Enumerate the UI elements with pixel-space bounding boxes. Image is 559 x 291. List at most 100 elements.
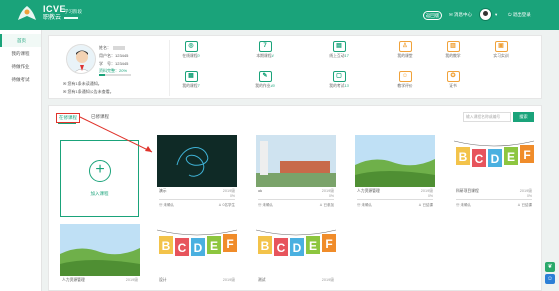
svg-text:C: C [277, 241, 286, 255]
course-card[interactable]: 演示 2019级 0% ☏ 未确认 ♙ 0名学生 [157, 135, 237, 215]
user-avatar[interactable] [479, 8, 492, 21]
svg-text:F: F [523, 148, 530, 162]
briefcase-icon: ▣ [494, 41, 508, 52]
chart-icon: ▤ [332, 41, 346, 52]
leaf-float-icon[interactable]: ❦ [545, 262, 555, 272]
course-progress: 0% [427, 194, 433, 198]
logo-icon [18, 6, 36, 20]
profile-name: 姓名： [99, 45, 125, 51]
feature-label: 在线课程 [182, 54, 198, 58]
students-text: 已结课 [521, 203, 533, 207]
course-progress-bar [159, 199, 235, 200]
svg-text:B: B [162, 239, 171, 253]
brand-cn: 职教云 [43, 15, 62, 21]
course-card[interactable]: ok 2019级 0% ☏ 未确认 ♙ 已参加 [256, 135, 336, 215]
notice2-text: 您有1条通知公告未查看。 [67, 89, 114, 94]
tab-current-courses[interactable]: 在修课程 [56, 113, 80, 123]
notice-unread[interactable]: ✉ 您有1条未读通知。 [63, 81, 102, 87]
sidebar-item-my-courses[interactable]: 我的课程 [0, 47, 41, 60]
sidebar-item-homework[interactable]: 待做作业 [0, 60, 41, 73]
course-search-input[interactable]: 输入课程名称或编号 [463, 112, 511, 122]
course-progress-bar [357, 199, 433, 200]
course-thumbnail [256, 135, 336, 187]
teacher-text: 未确认 [460, 203, 471, 207]
course-thumbnail: B C D E F [454, 135, 534, 187]
document-icon: ▢ [332, 71, 346, 82]
course-thumbnail [355, 135, 435, 187]
feature-label: 本期课程 [256, 54, 272, 58]
brand-subtitle: 学习阶段 [64, 9, 82, 14]
course-progress: 0% [526, 194, 532, 198]
chevron-down-icon[interactable]: ▾ [495, 12, 497, 18]
feature-label: 我的课程 [182, 84, 198, 88]
sidebar-item-exams[interactable]: 待做考试 [0, 73, 41, 86]
feature-online-course[interactable]: ◎ 在线课程0 [171, 41, 211, 65]
person-icon [67, 45, 95, 73]
feature-my-class[interactable]: ♙ 我的课堂 [385, 41, 425, 65]
bar-chart-icon: ▥ [446, 41, 460, 52]
sidebar: 首页 我的课程 待做作业 待做考试 [0, 30, 42, 291]
feature-label: 实习实训 [493, 54, 509, 58]
course-card[interactable]: 人力资源管理 2019级 0% ☏ 未确认 ♙ 已结课 [355, 135, 435, 215]
feature-count: 0 [197, 54, 200, 58]
course-teacher: ☏ 未确认 [258, 203, 273, 207]
course-card[interactable]: B C D E F 科研项目课程 2019级 0% ☏ 未确认 ♙ 已结课 [454, 135, 534, 215]
svg-text:D: D [293, 241, 302, 255]
svg-text:B: B [459, 150, 468, 164]
svg-text:E: E [210, 239, 218, 253]
feature-label: 证书 [449, 84, 457, 88]
feature-interaction[interactable]: ▤ 线上互动17 [319, 41, 359, 65]
feature-certificate[interactable]: ✪ 证书 [433, 71, 473, 95]
course-name: 演示 [159, 189, 167, 193]
course-name: 人力资源管理 [62, 278, 85, 282]
feature-count: 7 [197, 84, 200, 88]
top-navbar: ICVE 职教云 学习阶段 返回版 ✉ 消息中心 ▾ ⏻ 退出登录 [0, 0, 559, 30]
students-text: 已结课 [422, 203, 434, 207]
profile-progress-bar [99, 74, 131, 76]
svg-text:D: D [194, 241, 203, 255]
teacher-text: 未确认 [262, 203, 273, 207]
name-masked [113, 45, 125, 50]
progress-fill [99, 74, 106, 76]
return-button[interactable]: 返回版 [423, 11, 442, 20]
course-name: 测试 [258, 278, 266, 282]
notice-announcement[interactable]: ✉ 您有1条通知公告未查看。 [63, 89, 114, 95]
course-card[interactable]: B C D E F 设计 2019级 [157, 224, 237, 290]
feature-count: 13 [344, 84, 349, 88]
course-students: ♙ 已结课 [418, 203, 434, 207]
course-thumbnail [157, 135, 237, 187]
course-card[interactable]: 人力资源管理 2019级 [60, 224, 140, 290]
courses-panel: 在修课程 已修课程 输入课程名称或编号 搜索 + 加入课程 演示 2019级 0… [48, 105, 542, 291]
search-button[interactable]: 搜索 [513, 112, 534, 122]
students-text: 已参加 [323, 203, 335, 207]
feature-count: 40 [270, 84, 275, 88]
feature-count: 17 [344, 54, 349, 58]
feature-my-teaching[interactable]: ▥ 我的教学 [433, 41, 473, 65]
course-progress: 0% [328, 194, 334, 198]
feature-label: 教学评价 [397, 84, 413, 88]
svg-text:D: D [491, 152, 500, 166]
feature-my-exams[interactable]: ▢ 我的考试13 [319, 71, 359, 95]
tab-finished-courses[interactable]: 已修课程 [91, 114, 109, 120]
chat-float-icon[interactable]: ☺ [545, 274, 555, 284]
svg-text:F: F [325, 237, 332, 251]
notice1-text: 您有1条未读通知。 [67, 81, 102, 86]
message-center-link[interactable]: ✉ 消息中心 [449, 12, 472, 18]
feature-evaluation[interactable]: ☺ 教学评价 [385, 71, 425, 95]
course-year: 2019级 [321, 278, 334, 282]
edit-icon: ✎ [258, 71, 272, 82]
svg-text:F: F [226, 237, 233, 251]
feature-this-term[interactable]: 7 本期课程4 [245, 41, 285, 65]
feature-my-homework[interactable]: ✎ 我的作业40 [245, 71, 285, 95]
course-teacher: ☏ 未确认 [357, 203, 372, 207]
sidebar-item-home[interactable]: 首页 [0, 34, 41, 47]
add-course-card[interactable]: + 加入课程 [60, 140, 139, 217]
feature-my-courses[interactable]: ▦ 我的课程7 [171, 71, 211, 95]
profile-avatar [66, 44, 96, 74]
svg-text:B: B [261, 239, 270, 253]
course-card[interactable]: B C D E F 测试 2019级 [256, 224, 336, 290]
tab-underline [58, 123, 76, 124]
logout-link[interactable]: ⏻ 退出登录 [508, 12, 531, 18]
feature-internship[interactable]: ▣ 实习实训 [481, 41, 521, 65]
feature-label: 线上互动 [329, 54, 345, 58]
